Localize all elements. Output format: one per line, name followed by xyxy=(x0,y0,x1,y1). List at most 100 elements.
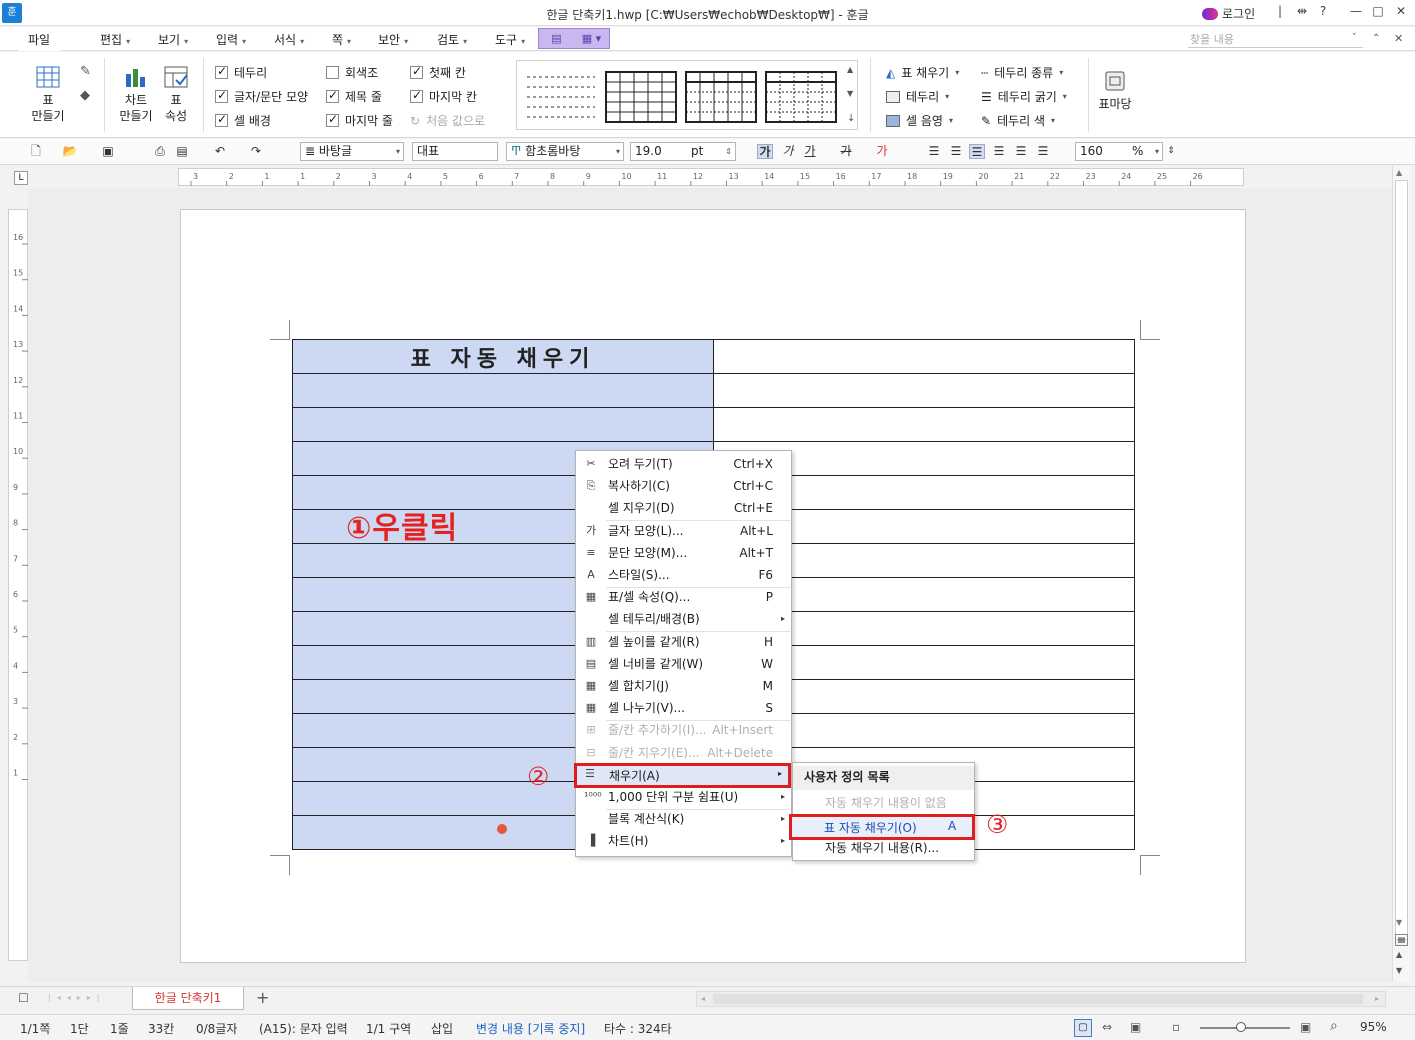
scroll-thumb[interactable] xyxy=(713,994,1363,1004)
context-menu-item[interactable]: ✂ 오려 두기(T) Ctrl+X xyxy=(576,453,791,475)
context-menu-item[interactable]: ▐ 차트(H) ▸ xyxy=(576,830,791,852)
font-color-button[interactable]: 가 xyxy=(874,144,890,159)
table-row[interactable]: 표 자동 채우기 xyxy=(292,339,1135,374)
font-select[interactable]: Ͳ 함초롬바탕 ▾ xyxy=(506,142,624,161)
status-insert[interactable]: 삽입 xyxy=(431,1020,453,1037)
lang-select[interactable]: 대표 xyxy=(412,142,498,161)
context-menu-item[interactable]: ▤ 셀 너비를 같게(W) W xyxy=(576,653,791,675)
checkbox-header-row[interactable]: 제목 줄 xyxy=(326,88,382,105)
help-icon[interactable]: ? xyxy=(1315,4,1331,18)
context-menu-item[interactable]: ¹⁰⁰⁰ 1,000 단위 구분 쉼표(U) ▸ xyxy=(576,786,791,808)
divide-icon[interactable]: ☰ xyxy=(1035,144,1051,159)
page-view-icon[interactable]: ▤ xyxy=(1395,934,1408,946)
context-menu-item[interactable]: ▦ 표/셀 속성(Q)... P xyxy=(576,586,791,608)
prev-page-icon[interactable]: ▲ xyxy=(1396,950,1402,959)
menu-page[interactable]: 쪽 ▾ xyxy=(332,31,351,48)
context-menu-item[interactable]: 블록 계산식(K) ▸ xyxy=(576,808,791,830)
table-row[interactable] xyxy=(292,373,1135,408)
menu-tools[interactable]: 도구 ▾ xyxy=(495,31,525,48)
close-doc-icon[interactable]: ✕ xyxy=(1394,32,1403,45)
scroll-up-icon[interactable]: ▲ xyxy=(1396,168,1402,177)
search-input[interactable]: 찾을 내용 xyxy=(1188,31,1363,48)
table-style-gallery[interactable]: ▲ ▼ ↓ xyxy=(516,60,858,130)
style-select[interactable]: ≣ 바탕글 ▾ xyxy=(300,142,404,161)
document-tab[interactable]: 한글 단축키1 xyxy=(132,987,244,1010)
scroll-thumb[interactable] xyxy=(1395,180,1408,940)
search-dropdown-icon[interactable]: ˅ xyxy=(1352,33,1357,43)
cell-shade-button[interactable]: 셀 음영 ▾ xyxy=(886,112,953,129)
checkbox-last-row[interactable]: 마지막 줄 xyxy=(326,112,393,129)
context-menu-item[interactable]: ≡ 문단 모양(M)... Alt+T xyxy=(576,542,791,564)
table-context-tab[interactable]: ▤ ▦ ▾ xyxy=(538,28,610,49)
distribute-icon[interactable]: ☰ xyxy=(1013,144,1029,159)
layout-icon[interactable]: ⇹ xyxy=(1294,4,1310,18)
print-icon[interactable]: ⎙ xyxy=(152,144,168,159)
create-chart-button[interactable]: 차트 만들기 xyxy=(116,66,156,124)
table-style-thumb[interactable] xyxy=(685,71,757,123)
erase-table-icon[interactable]: ◆ xyxy=(80,88,96,104)
draw-table-icon[interactable]: ✎ xyxy=(80,64,96,80)
table-cell-left[interactable]: 표 자동 채우기 xyxy=(292,339,714,374)
redo-icon[interactable]: ↷ xyxy=(248,144,264,159)
table-row[interactable] xyxy=(292,407,1135,442)
checkbox-cell-bg[interactable]: 셀 배경 xyxy=(215,112,271,129)
table-auto-fill-item[interactable]: 표 자동 채우기(O) A xyxy=(789,814,975,840)
new-doc-icon[interactable]: 🗋 xyxy=(28,144,44,159)
context-menu-item[interactable]: 셀 테두리/배경(B) ▸ xyxy=(576,608,791,630)
table-properties-button[interactable]: 표 속성 xyxy=(158,66,194,124)
zoom-in-icon[interactable]: ▣ xyxy=(1300,1020,1311,1034)
open-folder-icon[interactable]: 📂 xyxy=(62,144,78,159)
create-table-button[interactable]: 표 만들기 xyxy=(28,66,68,124)
table-layout-icon[interactable]: ▦ ▾ xyxy=(574,29,609,48)
reset-style-button[interactable]: ↻ 처음 값으로 xyxy=(410,112,485,129)
checkbox-last-col[interactable]: 마지막 칸 xyxy=(410,88,477,105)
add-tab-button[interactable]: + xyxy=(256,988,269,1007)
gallery-down-icon[interactable]: ▼ xyxy=(847,89,853,98)
underline-button[interactable]: 가 xyxy=(802,144,818,159)
login-button[interactable]: 로그인 xyxy=(1202,5,1255,22)
context-menu-item[interactable]: A 스타일(S)... F6 xyxy=(576,564,791,586)
border-type-button[interactable]: ┄ 테두리 종류 ▾ xyxy=(981,64,1063,81)
align-center-icon[interactable]: ☰ xyxy=(969,144,985,159)
normal-view-icon[interactable]: ▢ xyxy=(1074,1019,1092,1037)
context-menu-item[interactable]: ▦ 셀 나누기(V)... S xyxy=(576,697,791,719)
table-cell-right[interactable] xyxy=(713,373,1135,408)
checkbox-grayscale[interactable]: 회색조 xyxy=(326,64,378,81)
close-button[interactable]: ✕ xyxy=(1393,4,1409,18)
maximize-button[interactable]: □ xyxy=(1370,4,1386,18)
context-menu-item[interactable]: 가 글자 모양(L)... Alt+L xyxy=(576,520,791,542)
menu-security[interactable]: 보안 ▾ xyxy=(378,31,408,48)
menu-insert[interactable]: 입력 ▾ xyxy=(216,31,246,48)
table-fill-button[interactable]: ◭ 표 채우기 ▾ xyxy=(886,64,959,81)
table-style-thumb[interactable] xyxy=(525,71,597,123)
table-style-thumb[interactable] xyxy=(605,71,677,123)
table-design-icon[interactable]: ▤ xyxy=(539,29,574,48)
italic-button[interactable]: 가 xyxy=(780,144,796,159)
horizontal-ruler[interactable]: 3 2 1 1 2 3 4 5 6 7 8 9 10 11 12 13 14 15 16 17 18 19 20 21 22 23… xyxy=(178,168,1244,186)
table-style-thumb[interactable] xyxy=(765,71,837,123)
border-button[interactable]: 테두리 ▾ xyxy=(886,88,949,105)
preview-icon[interactable]: ▤ xyxy=(174,144,190,159)
context-menu-item[interactable]: ▥ 셀 높이를 같게(R) H xyxy=(576,631,791,653)
stepper-icon[interactable]: ⇕ xyxy=(725,143,732,160)
border-color-button[interactable]: ✎ 테두리 색 ▾ xyxy=(981,112,1055,129)
zoom-stepper-icon[interactable]: ⇕ xyxy=(1163,144,1179,159)
undo-icon[interactable]: ↶ xyxy=(212,144,228,159)
status-track-changes[interactable]: 변경 내용 [기록 중지] xyxy=(476,1020,585,1037)
menu-edit[interactable]: 편집 ▾ xyxy=(100,31,130,48)
scroll-right-icon[interactable]: ▸ xyxy=(1375,994,1379,1003)
gallery-expand-icon[interactable]: ↓ xyxy=(847,113,855,124)
checkbox-first-col[interactable]: 첫째 칸 xyxy=(410,64,466,81)
menu-view[interactable]: 보기 ▾ xyxy=(158,31,188,48)
minimize-button[interactable]: — xyxy=(1348,4,1364,18)
scroll-left-icon[interactable]: ◂ xyxy=(701,994,705,1003)
fill-menu-highlight[interactable]: ☰ 채우기(A) ▸ xyxy=(574,763,791,788)
align-justify-icon[interactable]: ☰ xyxy=(926,144,942,159)
save-icon[interactable]: ▣ xyxy=(100,144,116,159)
context-menu-item[interactable]: ▦ 셀 합치기(J) M xyxy=(576,675,791,697)
horizontal-scrollbar[interactable]: ◂ ▸ xyxy=(696,991,1386,1007)
scroll-down-icon[interactable]: ▼ xyxy=(1396,918,1402,927)
status-page[interactable]: 1/1쪽 xyxy=(20,1020,50,1037)
menu-format[interactable]: 서식 ▾ xyxy=(274,31,304,48)
strikethrough-button[interactable]: 가 xyxy=(838,144,854,159)
